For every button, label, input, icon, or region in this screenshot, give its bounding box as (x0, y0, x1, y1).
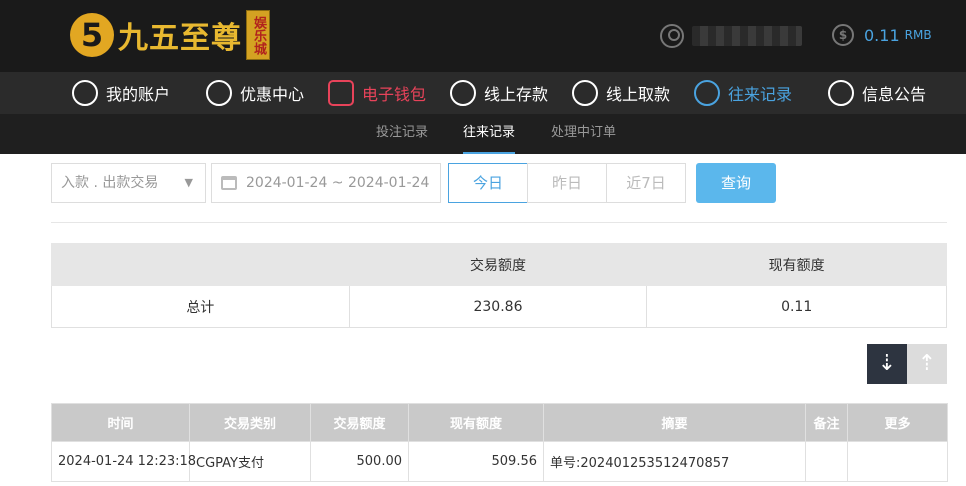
date-range-picker[interactable]: 2024-01-24 ~ 2024-01-24 (211, 163, 441, 203)
summary-header-empty (51, 243, 350, 286)
col-more[interactable]: 更多 (847, 403, 948, 442)
tab-pending-orders[interactable]: 处理中订单 (551, 114, 616, 154)
col-time[interactable]: 时间 (51, 403, 190, 442)
col-amount[interactable]: 交易额度 (310, 403, 409, 442)
nav-promotions[interactable]: 优惠中心 (206, 79, 304, 107)
col-balance[interactable]: 现有额度 (408, 403, 544, 442)
nav-online-withdraw[interactable]: 线上取款 (572, 79, 670, 107)
tab-bet-records[interactable]: 投注记录 (376, 114, 428, 154)
sort-ascending-button[interactable]: ⇡ (907, 344, 947, 384)
cell-more[interactable] (847, 441, 948, 482)
summary-total-row: 总计 230.86 0.11 (51, 285, 947, 328)
today-button[interactable]: 今日 (448, 163, 528, 203)
table-row[interactable]: 2024-01-24 12:23:18 CGPAY支付 500.00 509.5… (51, 441, 948, 482)
balance-unit: RMB (904, 28, 932, 42)
cell-remark (805, 441, 848, 482)
gift-icon (206, 80, 232, 106)
col-summary[interactable]: 摘要 (543, 403, 806, 442)
cell-balance: 509.56 (408, 441, 544, 482)
sub-nav: 投注记录 往来记录 处理中订单 (0, 114, 966, 154)
records-table: 时间 交易类别 交易额度 现有额度 摘要 备注 更多 2024-01-24 12… (51, 403, 948, 482)
summary-header-amount: 交易额度 (348, 243, 648, 286)
bell-icon (828, 80, 854, 106)
divider (51, 222, 947, 223)
nav-label: 信息公告 (862, 85, 927, 104)
wallet-icon (328, 80, 354, 106)
sort-descending-button[interactable]: ⇣ (867, 344, 907, 384)
dollar-icon: $ (832, 24, 854, 46)
user-icon (72, 80, 98, 106)
user-icon (660, 24, 684, 48)
cell-amount: 500.00 (310, 441, 409, 482)
nav-label: 线上取款 (606, 85, 671, 104)
nav-label: 电子钱包 (362, 85, 427, 104)
withdraw-icon (572, 80, 598, 106)
main-nav: 我的账户 优惠中心 电子钱包 线上存款 线上取款 往来记录 信息公告 (0, 72, 966, 114)
nav-label: 往来记录 (728, 85, 793, 104)
summary-total-label: 总计 (51, 285, 350, 328)
summary-header-balance: 现有额度 (646, 243, 947, 286)
records-header-row: 时间 交易类别 交易额度 现有额度 摘要 备注 更多 (51, 403, 948, 442)
nav-online-deposit[interactable]: 线上存款 (450, 79, 548, 107)
summary-total-balance: 0.11 (646, 285, 947, 328)
logo-emblem-icon (70, 13, 114, 57)
query-button[interactable]: 查询 (696, 163, 776, 203)
user-info[interactable] (660, 24, 802, 48)
col-type[interactable]: 交易类别 (189, 403, 311, 442)
brand-name: 九五至尊 (118, 21, 242, 56)
nav-label: 我的账户 (106, 85, 171, 104)
tab-transaction-records[interactable]: 往来记录 (463, 114, 516, 154)
cell-type: CGPAY支付 (189, 441, 311, 482)
summary-table: 交易额度 现有额度 总计 230.86 0.11 (51, 243, 947, 328)
sort-descending-icon: ⇣ (877, 351, 897, 376)
summary-header-row: 交易额度 现有额度 (51, 243, 947, 286)
nav-my-account[interactable]: 我的账户 (72, 79, 170, 107)
last-7-days-button[interactable]: 近7日 (606, 163, 686, 203)
calendar-icon (221, 176, 237, 190)
balance-value: 0.11 (864, 25, 900, 45)
transaction-type-select[interactable]: 入款 . 出款交易 ▼ (51, 163, 206, 203)
sort-ascending-icon: ⇡ (917, 351, 937, 376)
nav-transaction-records[interactable]: 往来记录 (694, 79, 792, 107)
brand-badge: 娱乐城 (246, 10, 270, 60)
top-header: 九五至尊 娱乐城 $ 0.11 RMB (0, 0, 966, 72)
summary-total-amount: 230.86 (348, 285, 648, 328)
cell-time: 2024-01-24 12:23:18 (51, 441, 196, 482)
balance-display: $ 0.11 RMB (832, 24, 932, 46)
col-remark[interactable]: 备注 (805, 403, 848, 442)
nav-e-wallet[interactable]: 电子钱包 (328, 79, 426, 107)
cell-summary: 单号:202401253512470857 (543, 441, 806, 482)
username-masked (692, 26, 802, 46)
nav-label: 优惠中心 (240, 85, 305, 104)
nav-announcements[interactable]: 信息公告 (828, 79, 926, 107)
nav-label: 线上存款 (484, 85, 549, 104)
chevron-down-icon: ▼ (184, 176, 193, 189)
date-range-value: 2024-01-24 ~ 2024-01-24 (246, 175, 430, 191)
yesterday-button[interactable]: 昨日 (527, 163, 607, 203)
transaction-type-value: 入款 . 出款交易 (61, 175, 159, 191)
records-icon (694, 80, 720, 106)
deposit-icon (450, 80, 476, 106)
brand-logo[interactable]: 九五至尊 娱乐城 (70, 8, 270, 62)
